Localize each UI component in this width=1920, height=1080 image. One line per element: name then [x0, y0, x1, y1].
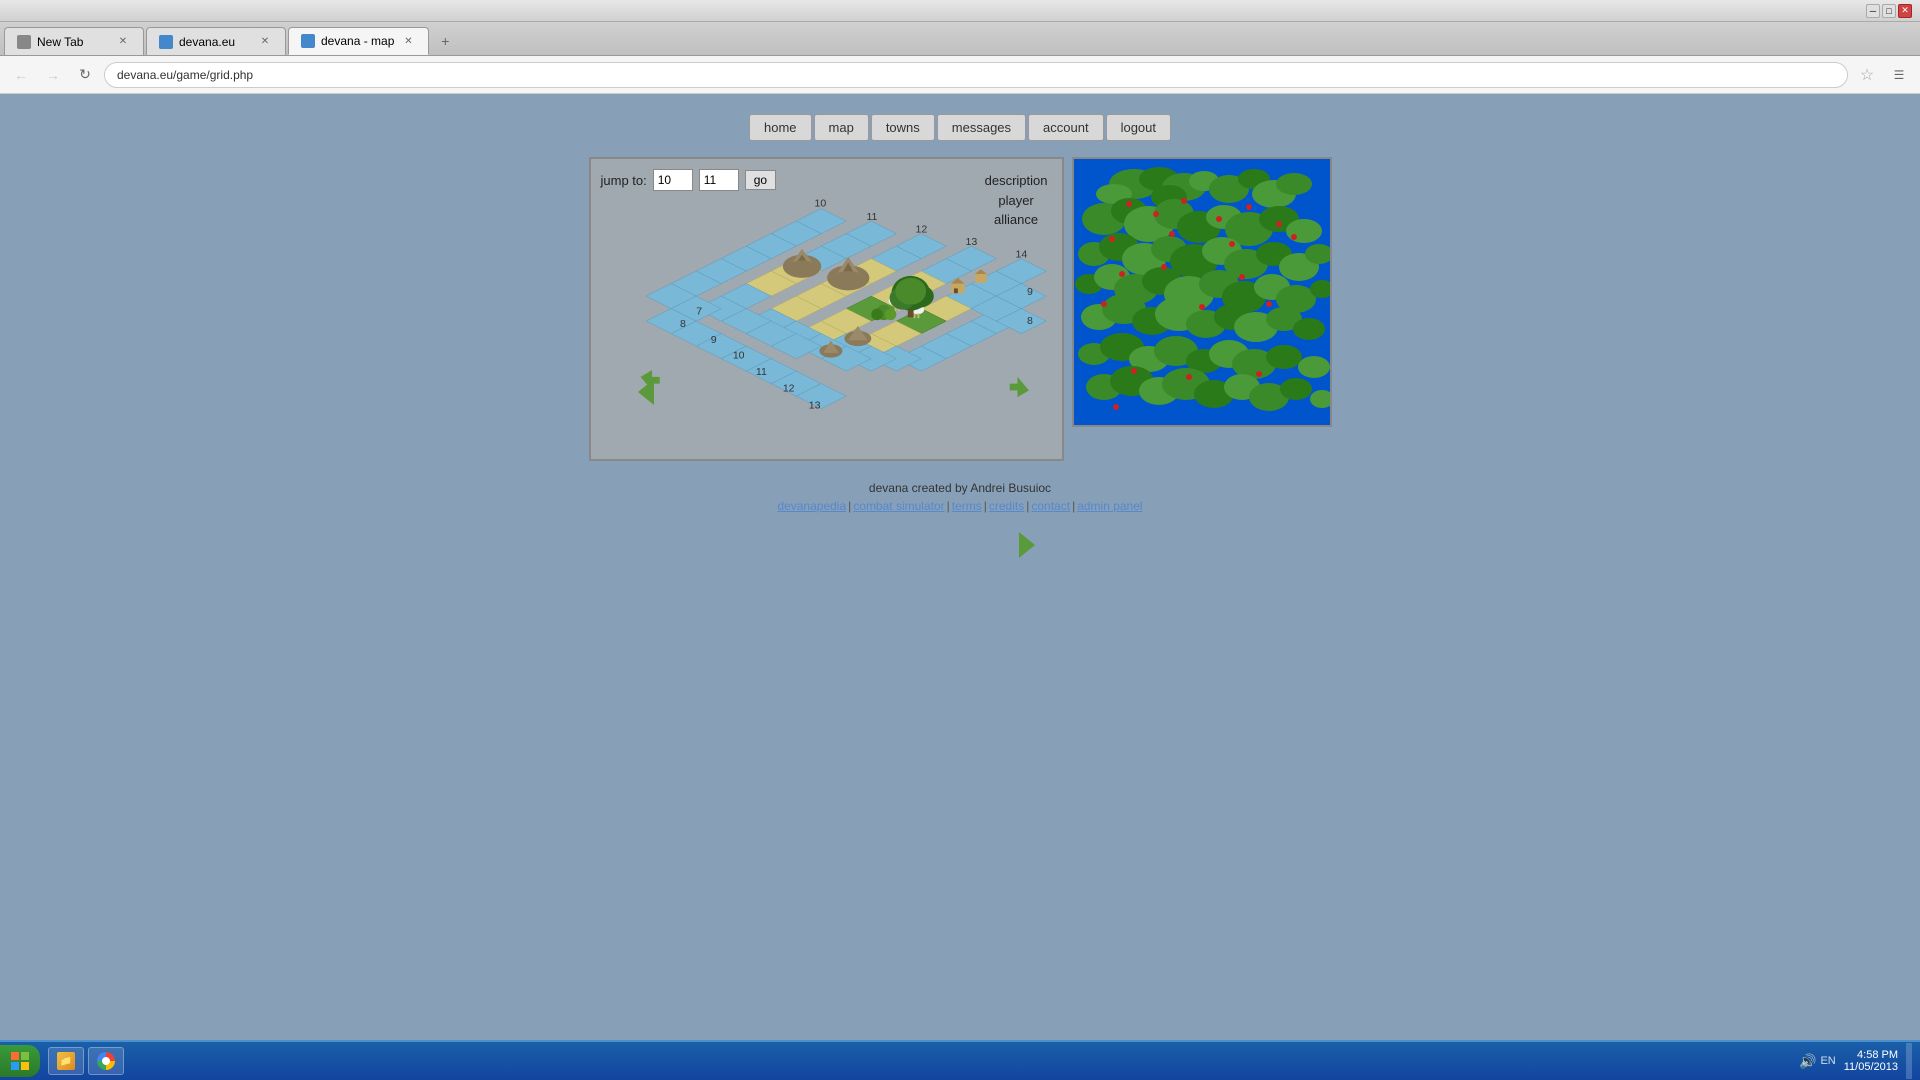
coord-10-top: 10 [814, 199, 826, 210]
tab-devana-eu[interactable]: devana.eu ✕ [146, 27, 286, 55]
footer-terms[interactable]: terms [952, 499, 982, 513]
footer: devana created by Andrei Busuioc devanap… [777, 481, 1142, 513]
info-description: description [985, 171, 1048, 191]
coord-x-input[interactable] [653, 169, 693, 191]
footer-created: devana created by Andrei Busuioc [777, 481, 1142, 495]
coord-9-right: 9 [1027, 286, 1033, 298]
footer-contact[interactable]: contact [1031, 499, 1070, 513]
windows-logo [10, 1051, 30, 1071]
explorer-icon: 📁 [57, 1052, 75, 1070]
back-button[interactable]: ← [8, 62, 34, 88]
coord-11-bottom: 11 [755, 366, 766, 378]
coord-9-left: 9 [710, 334, 716, 346]
nav-map[interactable]: map [814, 114, 869, 141]
iso-grid-svg: 7 8 9 10 11 12 13 10 11 12 13 14 [601, 199, 1056, 449]
devana-tab-icon [159, 35, 173, 49]
footer-devanapedia[interactable]: devanapedia [777, 499, 846, 513]
footer-combat-simulator[interactable]: combat simulator [853, 499, 944, 513]
minimap-panel [1072, 157, 1332, 427]
coord-10-left: 10 [732, 350, 744, 362]
nav-arrow-down-right[interactable] [1009, 377, 1028, 397]
chrome-icon [97, 1052, 115, 1070]
new-tab-icon [17, 35, 31, 49]
jump-to-label: jump to: [601, 173, 647, 188]
taskbar-apps: 📁 [48, 1047, 1791, 1075]
chrome-menu[interactable]: ☰ [1886, 62, 1912, 88]
tab-devana-map[interactable]: devana - map ✕ [288, 27, 429, 55]
map-panel: jump to: go description player alliance [589, 157, 1064, 461]
minimize-button[interactable]: ─ [1866, 4, 1880, 18]
coord-8-right: 8 [1027, 315, 1033, 327]
devana-map-tab-icon [301, 34, 315, 48]
taskbar-right: 🔊 EN 4:58 PM 11/05/2013 [1791, 1043, 1920, 1079]
tab-label-new-tab: New Tab [37, 35, 83, 49]
chrome-titlebar: ─ □ ✕ [0, 0, 1920, 22]
coord-13-bottom: 13 [808, 400, 820, 412]
footer-credits[interactable]: credits [989, 499, 1024, 513]
nav-home[interactable]: home [749, 114, 812, 141]
new-tab-button[interactable]: + [431, 27, 459, 55]
tab-close-devana-map[interactable]: ✕ [400, 33, 416, 49]
main-layout: jump to: go description player alliance [589, 157, 1332, 461]
taskbar: 📁 🔊 EN 4:58 PM 11/05/2013 [0, 1040, 1920, 1080]
coord-8-left: 8 [679, 318, 685, 330]
network-status: EN [1820, 1055, 1835, 1067]
nav-messages[interactable]: messages [937, 114, 1026, 141]
refresh-button[interactable]: ↻ [72, 62, 98, 88]
chrome-toolbar: ← → ↻ devana.eu/game/grid.php ☆ ☰ [0, 56, 1920, 94]
coord-13-top: 13 [965, 236, 977, 248]
nav-arrow-right[interactable] [1019, 532, 1035, 558]
taskbar-explorer[interactable]: 📁 [48, 1047, 84, 1075]
tab-new-tab[interactable]: New Tab ✕ [4, 27, 144, 55]
start-button[interactable] [0, 1045, 40, 1077]
url-text: devana.eu/game/grid.php [117, 68, 253, 82]
bookmark-star[interactable]: ☆ [1854, 62, 1880, 88]
clock-time: 4:58 PM [1844, 1049, 1898, 1061]
address-bar[interactable]: devana.eu/game/grid.php [104, 62, 1848, 88]
network-icon: 🔊 [1799, 1053, 1816, 1070]
taskbar-clock: 4:58 PM 11/05/2013 [1844, 1049, 1898, 1073]
system-tray: 🔊 EN [1799, 1053, 1836, 1070]
show-desktop[interactable] [1906, 1043, 1912, 1079]
page-content: home map towns messages account logout j… [0, 94, 1920, 1080]
coord-y-input[interactable] [699, 169, 739, 191]
tab-label-devana-eu: devana.eu [179, 35, 235, 49]
tab-label-devana-map: devana - map [321, 34, 394, 48]
forward-button[interactable]: → [40, 62, 66, 88]
nav-logout[interactable]: logout [1106, 114, 1171, 141]
iso-grid-container: 7 8 9 10 11 12 13 10 11 12 13 14 [601, 199, 1056, 449]
coord-12-bottom: 12 [782, 382, 794, 394]
tab-close-new-tab[interactable]: ✕ [115, 34, 131, 50]
footer-links: devanapedia | combat simulator | terms |… [777, 499, 1142, 513]
coord-11-top: 11 [866, 211, 877, 223]
coord-12-top: 12 [915, 224, 927, 236]
nav-towns[interactable]: towns [871, 114, 935, 141]
tab-close-devana-eu[interactable]: ✕ [257, 34, 273, 50]
toolbar-extras: ☰ [1886, 62, 1912, 88]
chrome-tabs-bar: New Tab ✕ devana.eu ✕ devana - map ✕ + [0, 22, 1920, 56]
close-button[interactable]: ✕ [1898, 4, 1912, 18]
taskbar-chrome[interactable] [88, 1047, 124, 1075]
clock-date: 11/05/2013 [1844, 1061, 1898, 1073]
footer-admin-panel[interactable]: admin panel [1077, 499, 1142, 513]
nav-account[interactable]: account [1028, 114, 1104, 141]
maximize-button[interactable]: □ [1882, 4, 1896, 18]
nav-bar: home map towns messages account logout [749, 114, 1171, 141]
minimap-svg [1074, 159, 1332, 427]
coord-7: 7 [696, 305, 702, 317]
coord-14-top: 14 [1015, 249, 1027, 261]
go-button[interactable]: go [745, 170, 776, 190]
